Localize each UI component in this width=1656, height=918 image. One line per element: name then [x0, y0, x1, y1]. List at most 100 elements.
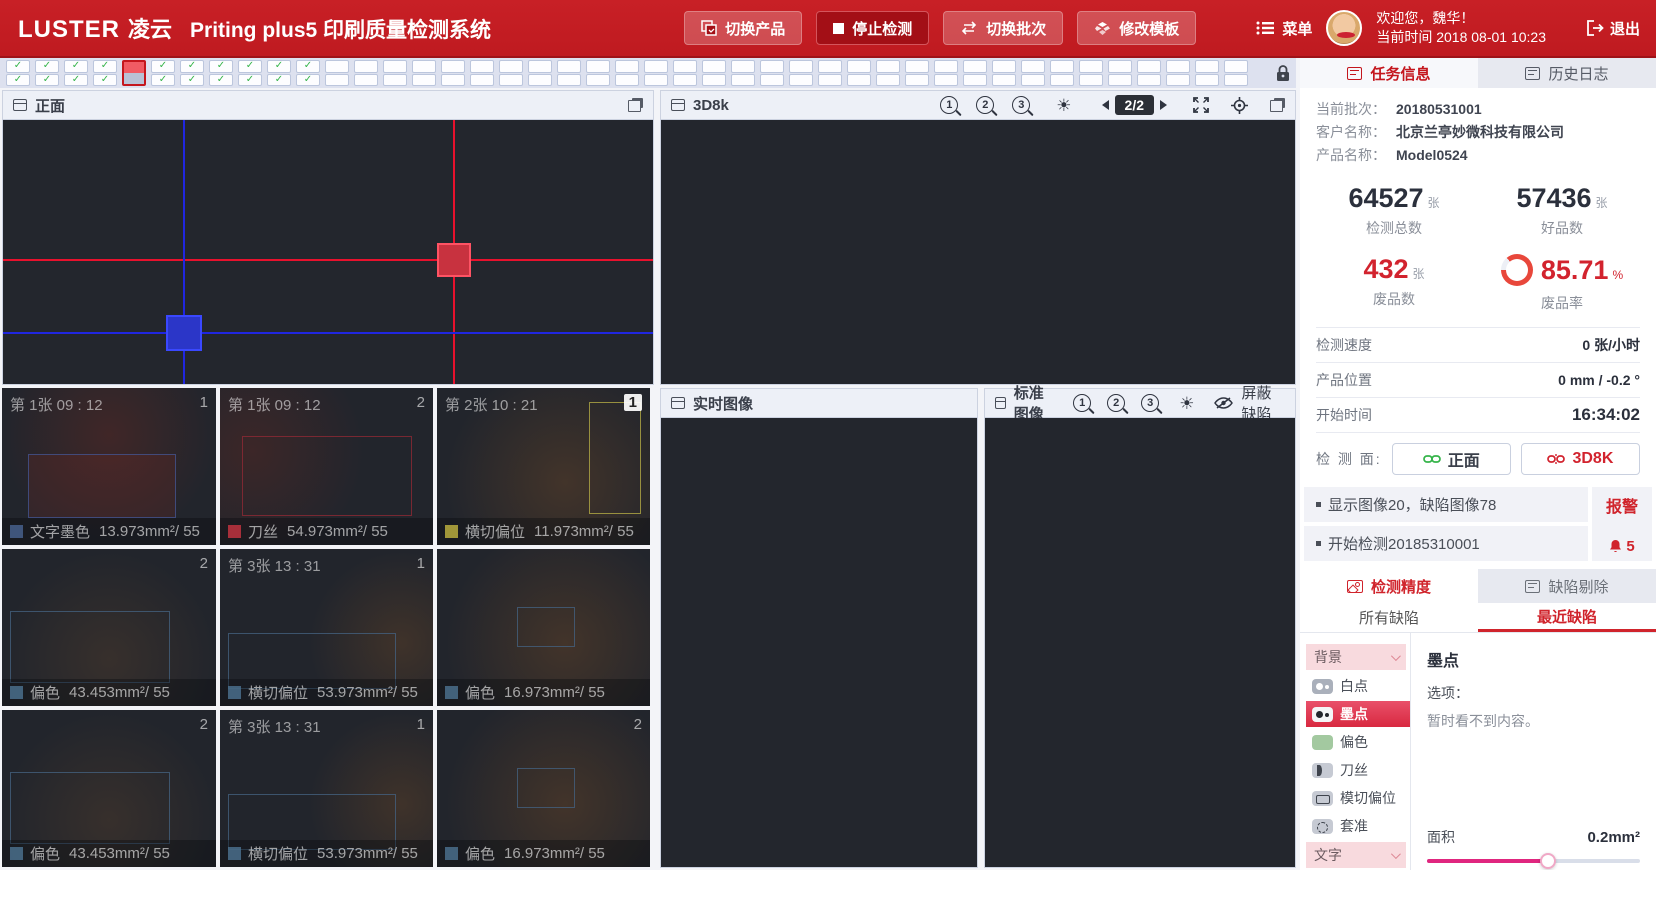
zoom-2-button[interactable]: 2: [976, 96, 994, 114]
filmstrip-cell-empty[interactable]: [1021, 60, 1045, 86]
defect-thumbnail[interactable]: 偏色16.973mm²/ 55: [437, 549, 650, 706]
filmstrip-cell-empty[interactable]: [615, 60, 639, 86]
layers-icon[interactable]: [1270, 98, 1285, 112]
threed-panel-canvas[interactable]: [661, 120, 1295, 384]
pager-next-button[interactable]: [1160, 100, 1167, 110]
filmstrip-cell-empty[interactable]: [644, 60, 668, 86]
filmstrip-cell-empty[interactable]: [499, 60, 523, 86]
layers-icon[interactable]: [628, 98, 643, 112]
zoom-3-button[interactable]: 3: [1012, 96, 1030, 114]
blue-marker-square[interactable]: [166, 315, 202, 351]
area-slider[interactable]: [1427, 859, 1640, 863]
tab-history-log[interactable]: 历史日志: [1478, 58, 1656, 88]
filmstrip-cell-checked[interactable]: ✓✓: [296, 60, 320, 86]
defect-thumbnail[interactable]: 2偏色16.973mm²/ 55: [437, 710, 650, 867]
defect-thumbnail[interactable]: 第 1张 09 : 122刀丝54.973mm²/ 55: [220, 388, 433, 545]
filmstrip-cell-empty[interactable]: [325, 60, 349, 86]
logout-button[interactable]: 退出: [1586, 18, 1640, 39]
defect-group-header[interactable]: 背景: [1306, 644, 1406, 670]
edit-template-button[interactable]: 修改模板: [1077, 11, 1196, 45]
tab-detection-precision[interactable]: 检测精度: [1300, 569, 1478, 603]
brightness-icon[interactable]: ☀: [1179, 395, 1194, 412]
red-marker-square[interactable]: [437, 243, 471, 277]
filmstrip-cell-empty[interactable]: [441, 60, 465, 86]
defect-type-item[interactable]: 模切偏位: [1306, 785, 1406, 811]
filmstrip-cell-checked[interactable]: ✓✓: [93, 60, 117, 86]
filmstrip-cell-checked[interactable]: ✓✓: [209, 60, 233, 86]
zoom-1-button[interactable]: 1: [940, 96, 958, 114]
menu-button[interactable]: 菜单: [1256, 18, 1312, 39]
filmstrip-cell-checked[interactable]: ✓✓: [35, 60, 59, 86]
filmstrip-cell-checked[interactable]: ✓✓: [180, 60, 204, 86]
defect-thumbnail[interactable]: 第 3张 13 : 311横切偏位53.973mm²/ 55: [220, 710, 433, 867]
avatar[interactable]: [1326, 10, 1362, 46]
standard-image-canvas[interactable]: [985, 418, 1295, 867]
tab-defect-removal[interactable]: 缺陷剔除: [1478, 569, 1656, 603]
lock-icon[interactable]: [1276, 65, 1290, 82]
tab-recent-defects[interactable]: 最近缺陷: [1478, 603, 1656, 632]
hide-defects-eye-icon[interactable]: [1214, 396, 1233, 410]
filmstrip-cell-empty[interactable]: [760, 60, 784, 86]
filmstrip-cell-empty[interactable]: [586, 60, 610, 86]
bell-notification[interactable]: 5: [1609, 538, 1634, 555]
filmstrip-cell-empty[interactable]: [731, 60, 755, 86]
filmstrip-cell-empty[interactable]: [934, 60, 958, 86]
filmstrip-cell-empty[interactable]: [528, 60, 552, 86]
filmstrip-cell-empty[interactable]: [847, 60, 871, 86]
filmstrip-cell-empty[interactable]: [1195, 60, 1219, 86]
live-image-canvas[interactable]: [661, 418, 977, 867]
defect-group-header[interactable]: 文字: [1306, 842, 1406, 868]
front-panel-canvas[interactable]: [3, 120, 653, 384]
filmstrip-cell-empty[interactable]: [702, 60, 726, 86]
filmstrip-cell-selected[interactable]: [122, 60, 146, 86]
locate-target-icon[interactable]: [1231, 97, 1248, 114]
filmstrip-cell-empty[interactable]: [470, 60, 494, 86]
defect-type-item[interactable]: 套准: [1306, 813, 1406, 839]
filmstrip-cell-checked[interactable]: ✓✓: [151, 60, 175, 86]
filmstrip-cell-checked[interactable]: ✓✓: [6, 60, 30, 86]
filmstrip-cell-empty[interactable]: [905, 60, 929, 86]
filmstrip-cell-empty[interactable]: [963, 60, 987, 86]
filmstrip-cell-empty[interactable]: [383, 60, 407, 86]
zoom-2-button[interactable]: 2: [1107, 394, 1125, 412]
face-front-button[interactable]: 正面: [1392, 443, 1511, 475]
filmstrip-cell-empty[interactable]: [876, 60, 900, 86]
area-slider-handle[interactable]: [1540, 853, 1556, 869]
defect-thumbnail[interactable]: 第 3张 13 : 311横切偏位53.973mm²/ 55: [220, 549, 433, 706]
defect-thumbnail[interactable]: 第 2张 10 : 211横切偏位11.973mm²/ 55: [437, 388, 650, 545]
tab-all-defects[interactable]: 所有缺陷: [1300, 603, 1478, 632]
filmstrip-cell-empty[interactable]: [557, 60, 581, 86]
filmstrip-cell-empty[interactable]: [1079, 60, 1103, 86]
switch-product-button[interactable]: 切换产品: [684, 11, 802, 45]
filmstrip-cell-empty[interactable]: [354, 60, 378, 86]
filmstrip-cell-empty[interactable]: [412, 60, 436, 86]
filmstrip-cell-empty[interactable]: [992, 60, 1016, 86]
face-3d8k-button[interactable]: 3D8K: [1521, 443, 1640, 475]
defect-thumbnail[interactable]: 2偏色43.453mm²/ 55: [2, 710, 216, 867]
filmstrip-cell-empty[interactable]: [789, 60, 813, 86]
defect-type-item[interactable]: 白点: [1306, 673, 1406, 699]
filmstrip-cell-empty[interactable]: [1050, 60, 1074, 86]
filmstrip-cell-empty[interactable]: [1108, 60, 1132, 86]
switch-batch-button[interactable]: 切换批次: [943, 11, 1063, 45]
stop-inspection-button[interactable]: 停止检测: [816, 11, 929, 45]
filmstrip-cell-empty[interactable]: [1166, 60, 1190, 86]
filmstrip-cell-empty[interactable]: [673, 60, 697, 86]
defect-type-item[interactable]: 偏色: [1306, 729, 1406, 755]
filmstrip-cell-empty[interactable]: [1137, 60, 1161, 86]
filmstrip-cell-empty[interactable]: [1224, 60, 1248, 86]
filmstrip-cell-checked[interactable]: ✓✓: [267, 60, 291, 86]
brightness-icon[interactable]: ☀: [1056, 97, 1071, 114]
defect-thumbnail[interactable]: 第 1张 09 : 121文字墨色13.973mm²/ 55: [2, 388, 216, 545]
fullscreen-icon[interactable]: [1193, 97, 1209, 113]
defect-type-item[interactable]: 刀丝: [1306, 757, 1406, 783]
zoom-1-button[interactable]: 1: [1073, 394, 1091, 412]
defect-type-item[interactable]: 墨点: [1306, 701, 1410, 727]
defect-thumbnail[interactable]: 2偏色43.453mm²/ 55: [2, 549, 216, 706]
pager-prev-button[interactable]: [1102, 100, 1109, 110]
tab-task-info[interactable]: 任务信息: [1300, 58, 1478, 88]
zoom-3-button[interactable]: 3: [1141, 394, 1159, 412]
filmstrip-cell-empty[interactable]: [818, 60, 842, 86]
filmstrip-cell-checked[interactable]: ✓✓: [238, 60, 262, 86]
filmstrip-cell-checked[interactable]: ✓✓: [64, 60, 88, 86]
